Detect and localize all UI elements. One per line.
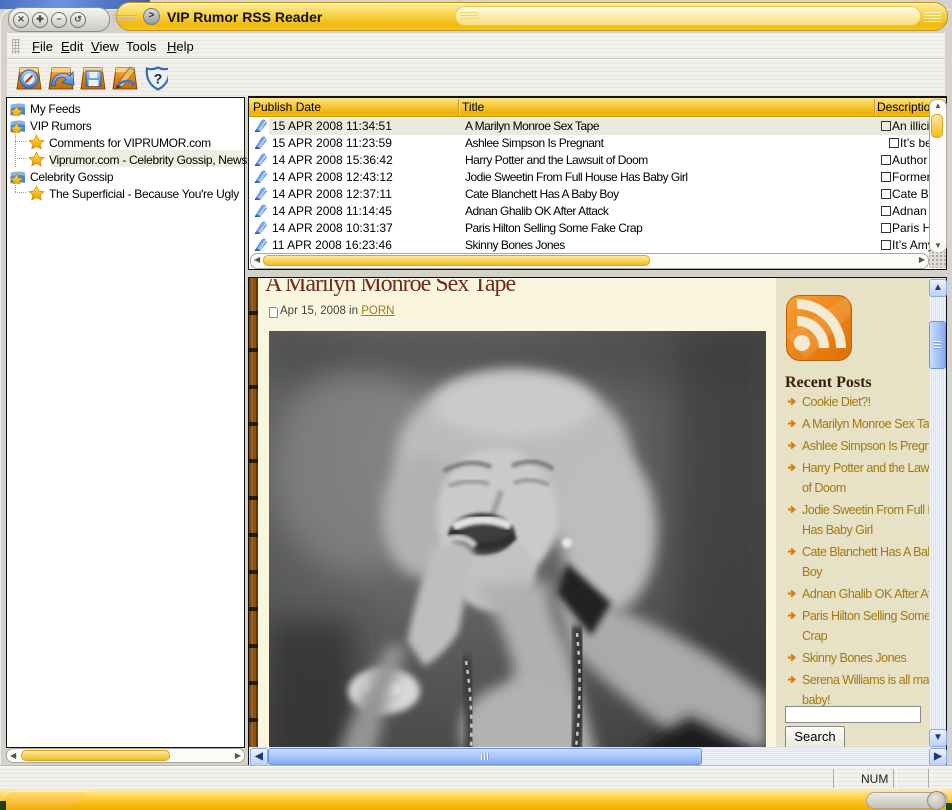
svg-text:?: ? (154, 71, 163, 87)
